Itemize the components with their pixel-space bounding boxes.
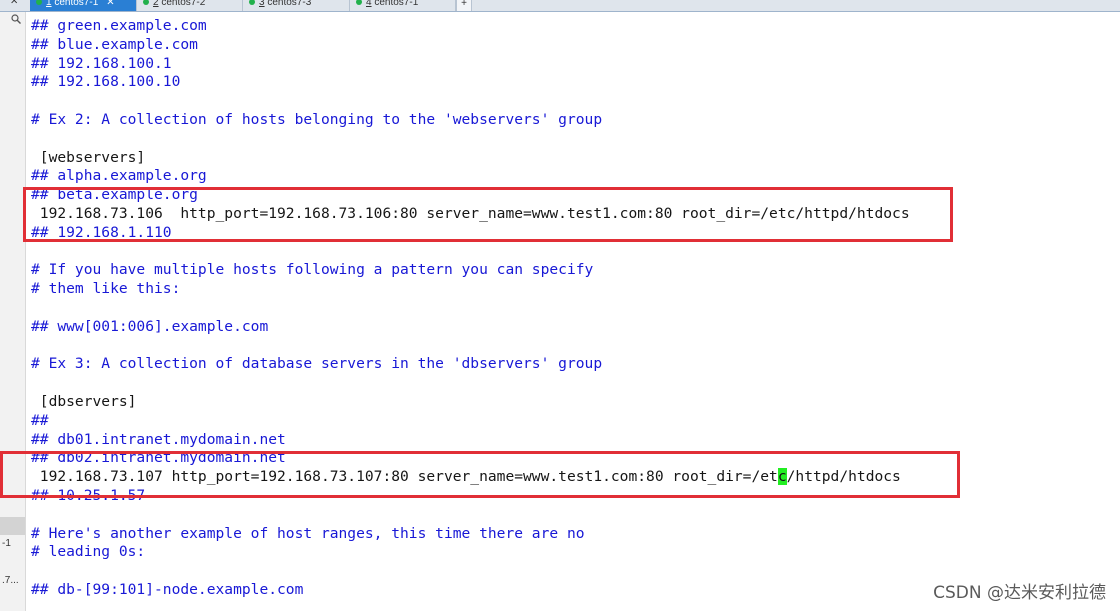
side-panel-label: -1	[2, 538, 11, 549]
tab-label: centos7-2	[161, 0, 206, 8]
csdn-watermark: CSDN @达米安利拉德	[933, 583, 1106, 603]
tab-index: 1	[46, 0, 52, 8]
editor-line: ## green.example.com	[31, 17, 207, 34]
new-tab-button[interactable]: +	[456, 0, 472, 11]
line-text: 192.168.73.107 http_port=192.168.73.107:…	[31, 468, 778, 486]
editor-line: 192.168.73.107 http_port=192.168.73.107:…	[31, 468, 1120, 487]
connected-status-icon	[249, 0, 255, 5]
editor-line: ## 10.25.1.57	[31, 486, 146, 504]
editor-line: ## beta.example.org	[31, 186, 198, 204]
side-panel-label: .7...	[2, 575, 19, 586]
editor-line: [dbservers]	[31, 392, 137, 410]
editor-line: ## db01.intranet.mydomain.net	[31, 430, 286, 448]
connected-status-icon	[143, 0, 149, 5]
tab-session-1[interactable]: 1 centos7-1 ✕	[30, 0, 137, 11]
editor-line: ## blue.example.com	[31, 35, 198, 53]
session-tab-bar: ✕ 1 centos7-1 ✕ 2 centos7-2 3 centos7-3 4…	[0, 0, 1120, 12]
editor-line: # them like this:	[31, 280, 181, 298]
tab-index: 2	[153, 0, 159, 8]
editor-line: ## alpha.example.org	[31, 167, 207, 185]
editor-line: # Here's another example of host ranges,…	[31, 524, 585, 542]
tab-bar-close-icon[interactable]: ✕	[10, 0, 18, 7]
tab-session-2[interactable]: 2 centos7-2	[137, 0, 243, 11]
editor-line: ## 192.168.1.110	[31, 223, 172, 241]
editor-line: # leading 0s:	[31, 543, 146, 561]
editor-line: # Ex 2: A collection of hosts belonging …	[31, 110, 603, 128]
tab-label: centos7-1	[374, 0, 419, 8]
terminal-editor-text[interactable]: ## green.example.com ## blue.example.com #…	[31, 17, 1120, 600]
connected-status-icon	[36, 0, 42, 5]
tab-index: 3	[259, 0, 265, 8]
editor-line: 192.168.73.106 http_port=192.168.73.106:…	[31, 204, 910, 222]
tab-label: centos7-3	[267, 0, 312, 8]
text-cursor: c	[777, 468, 787, 486]
selected-session-row[interactable]	[0, 517, 25, 535]
editor-line: ## 192.168.100.1	[31, 54, 172, 72]
editor-line: ## db02.intranet.mydomain.net	[31, 449, 286, 467]
session-side-panel: -1 .7...	[0, 12, 26, 611]
editor-line: ##	[31, 411, 49, 429]
editor-line: # If you have multiple hosts following a…	[31, 261, 594, 279]
editor-line: # Ex 3: A collection of database servers…	[31, 355, 603, 373]
tab-index: 4	[366, 0, 372, 8]
tab-label: centos7-1	[54, 0, 99, 8]
connected-status-icon	[356, 0, 362, 5]
editor-line: ## 192.168.100.10	[31, 73, 181, 91]
tab-session-3[interactable]: 3 centos7-3	[243, 0, 350, 11]
editor-line: [webservers]	[31, 148, 146, 166]
line-text: /httpd/htdocs	[786, 468, 901, 486]
search-icon[interactable]	[11, 14, 21, 24]
editor-line: ## www[001:006].example.com	[31, 317, 269, 335]
close-tab-icon[interactable]: ✕	[106, 0, 114, 8]
tab-session-4[interactable]: 4 centos7-1	[350, 0, 456, 11]
